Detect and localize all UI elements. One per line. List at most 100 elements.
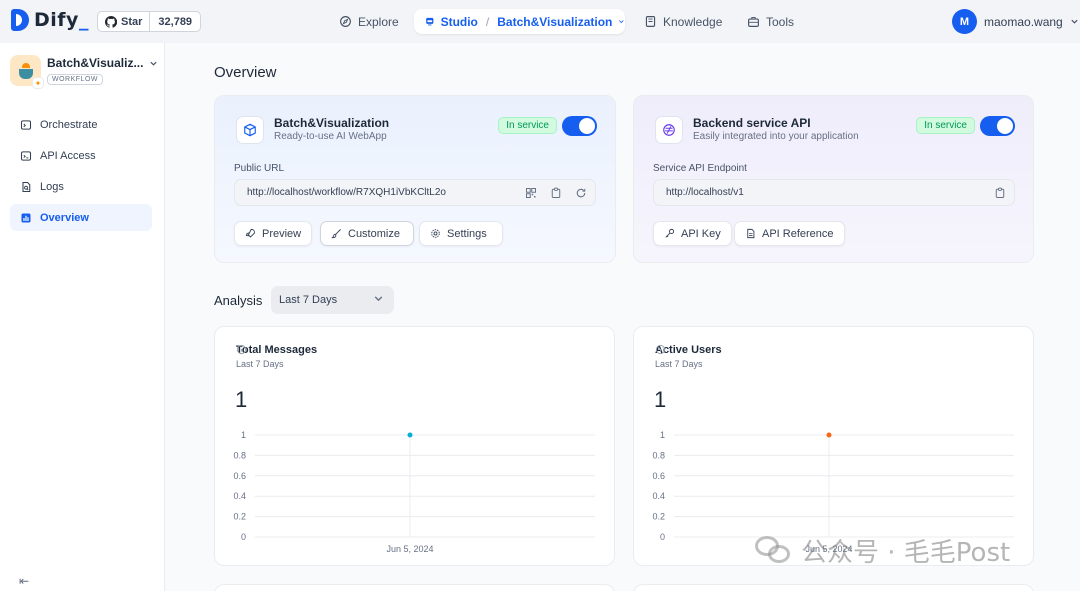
nav-studio-label: Studio: [440, 14, 478, 29]
api-title: Backend service API: [693, 116, 811, 130]
webapp-service-toggle[interactable]: [562, 116, 597, 136]
user-menu[interactable]: M maomao.wang: [952, 9, 1079, 34]
next-stat-card: [214, 584, 615, 591]
total-messages-chart: 1 0.8 0.6 0.4 0.2 0 Jun 5, 2024: [233, 430, 595, 554]
collapse-sidebar-icon[interactable]: ⇤: [19, 574, 29, 588]
sidebar-item-api-access[interactable]: API Access: [10, 142, 152, 169]
chevron-down-icon: [619, 20, 624, 24]
y-tick-label: 0.6: [233, 471, 246, 481]
app-name: Batch&Visualiz...: [47, 56, 144, 70]
data-point: [826, 432, 832, 438]
y-tick-label: 0.4: [233, 491, 246, 501]
public-url-value: http://localhost/workflow/R7XQH1iVbKCltL…: [247, 187, 446, 198]
file-search-icon: [22, 181, 31, 192]
y-tick-label: 0.4: [652, 491, 665, 501]
time-range-select[interactable]: Last 7 Days: [271, 286, 394, 314]
page-title: Overview: [214, 64, 277, 81]
api-endpoint-label: Service API Endpoint: [653, 163, 747, 174]
github-star-button[interactable]: Star 32,789: [97, 11, 202, 32]
watermark: 公众号 · 毛毛Post: [755, 532, 1010, 569]
next-stat-card: [633, 584, 1034, 591]
status-badge: In service: [498, 117, 557, 134]
chevron-down-icon: [1071, 19, 1078, 24]
brush-icon: [331, 229, 341, 239]
total-messages-card: Total Messages Last 7 Days 1 1 0.8 0.6 0.4 0…: [214, 326, 615, 566]
y-tick-label: 0: [660, 532, 665, 542]
studio-icon: [426, 17, 434, 26]
main-content: Overview Batch&Visualization Ready-to-us…: [165, 43, 1080, 591]
api-key-button[interactable]: API Key: [653, 221, 732, 246]
data-point: [407, 432, 413, 438]
nav-explore-label: Explore: [358, 14, 399, 29]
app-type-tag: WORKFLOW: [47, 74, 103, 85]
app-info[interactable]: ✦ Batch&Visualiz... WORKFLOW: [10, 55, 158, 89]
public-url-label: Public URL: [234, 163, 285, 174]
api-service-toggle[interactable]: [980, 116, 1015, 136]
preview-button[interactable]: Preview: [234, 221, 313, 246]
x-tick-label: Jun 5, 2024: [386, 544, 433, 554]
settings-button[interactable]: Settings: [419, 221, 503, 246]
avatar: M: [952, 9, 977, 34]
gear-icon: [431, 229, 440, 238]
customize-button[interactable]: Customize: [320, 221, 414, 246]
sidebar: ✦ Batch&Visualiz... WORKFLOW Orchestrate…: [0, 43, 165, 591]
watermark-text: 公众号 · 毛毛Post: [801, 538, 1011, 568]
chevron-down-icon[interactable]: [149, 59, 158, 68]
webapp-title: Batch&Visualization: [274, 116, 390, 130]
active-users-card: Active Users Last 7 Days 1 1 0.8 0.6 0.4 0.2…: [633, 326, 1034, 566]
copy-icon[interactable]: [993, 186, 1006, 199]
document-icon: [747, 228, 755, 239]
rocket-icon: [245, 228, 256, 238]
compass-icon: [340, 16, 351, 27]
refresh-icon[interactable]: [574, 186, 587, 199]
sidebar-item-logs[interactable]: Logs: [10, 173, 152, 200]
nav-tools[interactable]: Tools: [747, 10, 794, 33]
workflow-badge-icon: ✦: [32, 77, 44, 89]
copy-icon[interactable]: [549, 186, 562, 199]
wechat-icon: [755, 535, 793, 566]
analysis-label: Analysis: [214, 293, 263, 308]
webapp-card: Batch&Visualization Ready-to-use AI WebA…: [214, 95, 616, 263]
y-tick-label: 0.2: [652, 512, 665, 522]
time-range-value: Last 7 Days: [279, 294, 338, 306]
backend-api-card: Backend service API Easily integrated in…: [633, 95, 1034, 263]
brand-name: Dify_: [34, 9, 89, 31]
public-url-field[interactable]: http://localhost/workflow/R7XQH1iVbKCltL…: [234, 179, 596, 206]
api-globe-icon: [655, 116, 683, 144]
y-tick-label: 0.8: [233, 450, 246, 460]
sidebar-item-overview[interactable]: Overview: [10, 204, 152, 231]
nav-studio[interactable]: Studio / Batch&Visualization: [414, 9, 625, 34]
toolbox-icon: [748, 16, 759, 27]
y-tick-label: 0.8: [652, 450, 665, 460]
y-tick-label: 1: [660, 430, 665, 440]
nav-tools-label: Tools: [766, 14, 795, 29]
github-star-label: Star: [121, 15, 143, 28]
app-icon: ✦: [10, 55, 44, 89]
y-tick-label: 0.2: [233, 512, 246, 522]
terminal-icon: [20, 119, 32, 130]
sidebar-item-orchestrate[interactable]: Orchestrate: [10, 111, 152, 138]
y-tick-label: 0.6: [652, 471, 665, 481]
qr-code-icon[interactable]: [524, 186, 537, 199]
api-subtitle: Easily integrated into your application: [693, 131, 859, 142]
cooking-pot-icon: [18, 62, 33, 79]
api-endpoint-value: http://localhost/v1: [666, 187, 744, 198]
top-nav: Dify_ Star 32,789 Explore Studio / Batch…: [0, 0, 1080, 43]
current-app-switcher[interactable]: Batch&Visualization: [497, 15, 612, 29]
code-icon: [20, 150, 32, 161]
nav-knowledge[interactable]: Knowledge: [644, 10, 722, 33]
nav-explore[interactable]: Explore: [339, 10, 399, 33]
user-name: maomao.wang: [984, 14, 1063, 29]
api-reference-button[interactable]: API Reference: [734, 221, 845, 246]
sidebar-item-label: Logs: [40, 180, 64, 193]
sidebar-item-label: Orchestrate: [40, 118, 98, 131]
dify-logo[interactable]: Dify_: [11, 9, 89, 31]
book-icon: [645, 16, 656, 27]
bar-chart-icon: [21, 213, 31, 222]
chevron-down-icon: [374, 296, 383, 302]
webapp-subtitle: Ready-to-use AI WebApp: [274, 131, 387, 142]
active-users-chart: 10.80.60.40.20Jun 5, 2024: [652, 430, 1014, 554]
y-tick-label: 0: [241, 532, 246, 542]
api-endpoint-field[interactable]: http://localhost/v1: [653, 179, 1015, 206]
cube-icon: [236, 116, 264, 144]
